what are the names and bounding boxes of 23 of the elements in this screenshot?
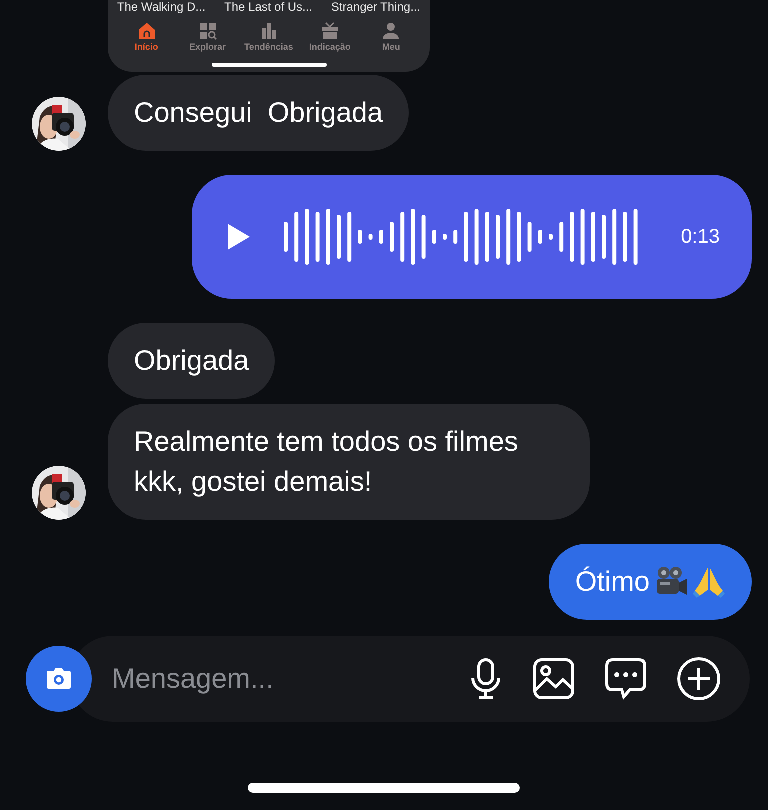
message-bubble: Obrigada xyxy=(108,323,276,399)
home-icon xyxy=(138,22,156,40)
message-text: Ótimo xyxy=(575,565,650,599)
tab[interactable]: Meu xyxy=(363,22,420,52)
movie-title: The Last of Us... xyxy=(224,0,313,14)
tab[interactable]: Indicação xyxy=(302,22,358,52)
tab[interactable]: Explorar xyxy=(180,22,236,52)
message-bubble: Realmente tem todos os filmes kkk, gostei demais! xyxy=(108,404,590,520)
tab[interactable]: Início xyxy=(118,22,175,52)
movie-title: Stranger Thing... xyxy=(331,0,421,14)
trends-icon xyxy=(260,22,278,40)
chat-icon[interactable] xyxy=(604,657,648,701)
person-icon xyxy=(382,22,400,40)
message-bubble: Consegui Obrigada xyxy=(108,75,410,151)
image-icon[interactable] xyxy=(532,657,576,701)
gift-icon xyxy=(321,22,340,40)
add-icon[interactable] xyxy=(676,656,722,702)
explore-icon xyxy=(198,22,217,40)
voice-duration: 0:13 xyxy=(681,226,720,248)
tab[interactable]: Tendências xyxy=(240,22,297,52)
play-icon[interactable] xyxy=(226,222,252,252)
movie-title: The Walking D... xyxy=(117,0,206,14)
message-input[interactable]: Mensagem... xyxy=(110,658,440,700)
